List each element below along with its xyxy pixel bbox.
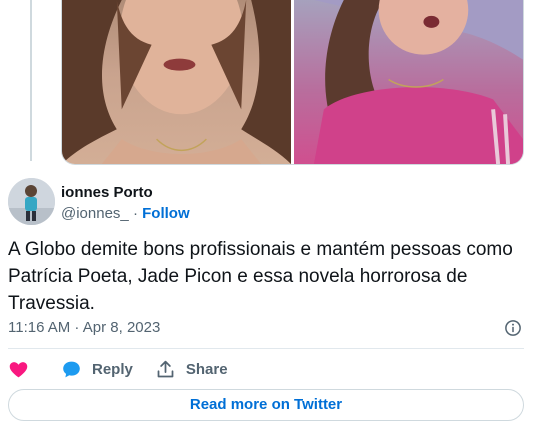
avatar-image [8, 178, 55, 225]
media-photo-right[interactable] [294, 0, 523, 164]
handle-separator: · [132, 205, 138, 222]
tweet-timestamp[interactable]: 11:16 AM · Apr 8, 2023 [8, 319, 160, 336]
read-more-button[interactable]: Read more on Twitter [8, 389, 524, 421]
tweet-meta-row: 11:16 AM · Apr 8, 2023 [8, 318, 524, 338]
follow-link[interactable]: Follow [142, 205, 190, 222]
heart-icon [9, 361, 28, 377]
author-handle-line: @ionnes_ · Follow [61, 205, 190, 222]
thread-connector-line [30, 0, 32, 161]
info-icon[interactable] [504, 319, 522, 337]
author-name[interactable]: ionnes Porto [61, 184, 153, 201]
reply-label: Reply [92, 360, 133, 378]
quoted-media-grid[interactable] [61, 0, 524, 165]
tweet-text: A Globo demite bons profissionais e mant… [8, 239, 513, 314]
media-photo-left[interactable] [62, 0, 291, 164]
portrait-photo-illustration [62, 0, 291, 164]
share-label: Share [185, 360, 228, 378]
share-upload-icon [157, 360, 174, 377]
divider [8, 348, 524, 349]
like-button[interactable] [8, 359, 39, 380]
reply-button[interactable]: Reply [61, 359, 133, 380]
portrait-photo-illustration-right [313, 0, 523, 164]
share-button[interactable]: Share [155, 359, 228, 380]
avatar[interactable] [8, 178, 55, 225]
speech-bubble-icon [63, 361, 80, 377]
tweet-actions-row: Reply Share [8, 358, 524, 380]
author-handle[interactable]: @ionnes_ [61, 205, 129, 222]
tweet-author-row[interactable]: ionnes Porto @ionnes_ · Follow [8, 178, 528, 228]
